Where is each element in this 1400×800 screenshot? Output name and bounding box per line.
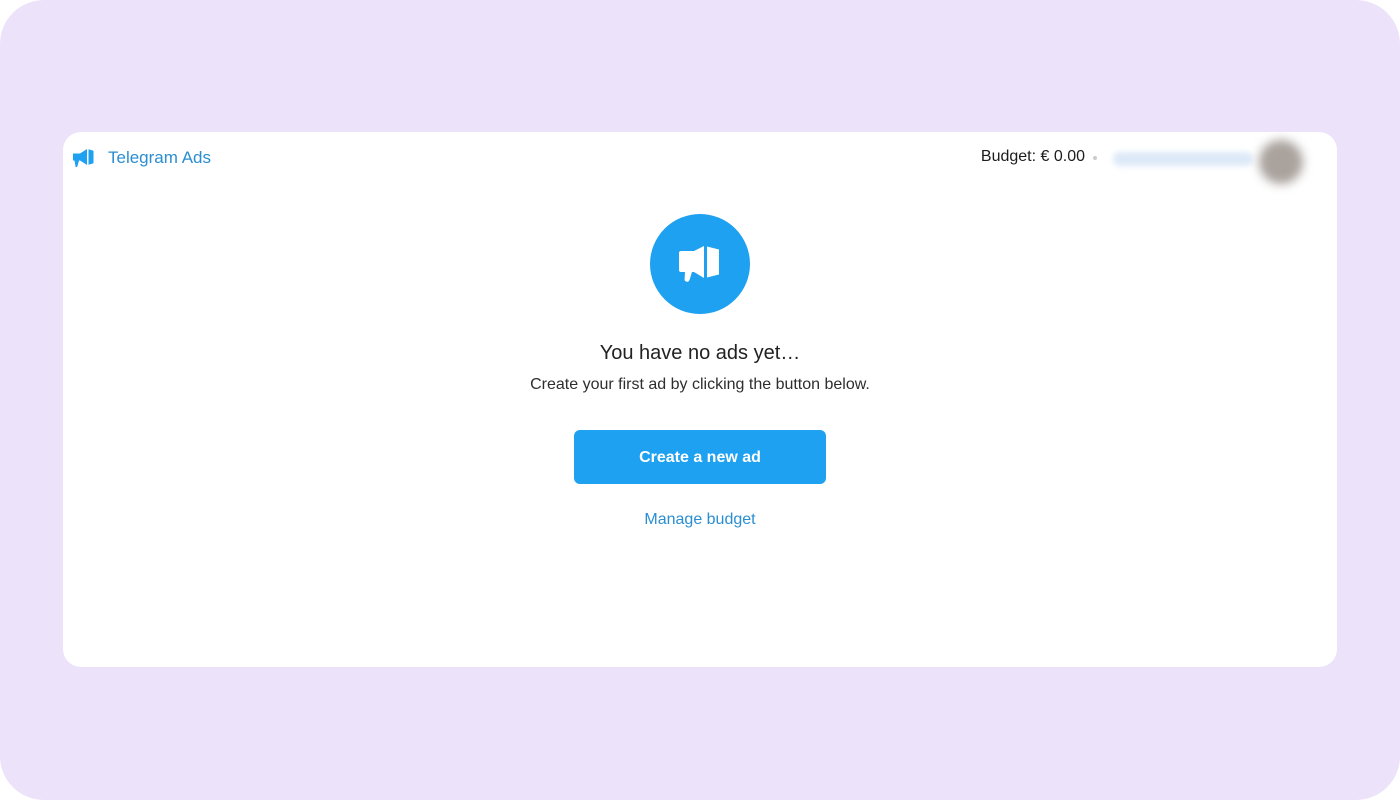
- empty-state-subtitle: Create your first ad by clicking the but…: [530, 376, 870, 393]
- page-backdrop: Telegram Ads Budget: € 0.00 You have no …: [0, 0, 1400, 800]
- ads-dashboard-window: Telegram Ads Budget: € 0.00 You have no …: [63, 132, 1337, 667]
- avatar: [1259, 140, 1303, 184]
- account-menu[interactable]: [1099, 132, 1315, 210]
- header-separator: [1093, 156, 1097, 160]
- empty-state-title: You have no ads yet…: [599, 342, 801, 364]
- telegram-ads-logo[interactable]: Telegram Ads: [71, 146, 211, 170]
- manage-budget-link[interactable]: Manage budget: [63, 511, 1337, 529]
- top-bar: Telegram Ads Budget: € 0.00: [63, 132, 1337, 188]
- app-title: Telegram Ads: [108, 148, 211, 167]
- account-name-redacted: [1113, 152, 1253, 166]
- megaphone-icon: [71, 147, 95, 169]
- budget-display: Budget: € 0.00: [980, 148, 1085, 165]
- megaphone-icon: [650, 214, 750, 314]
- empty-state: You have no ads yet… Create your first a…: [63, 214, 1337, 529]
- create-new-ad-button[interactable]: Create a new ad: [574, 430, 826, 484]
